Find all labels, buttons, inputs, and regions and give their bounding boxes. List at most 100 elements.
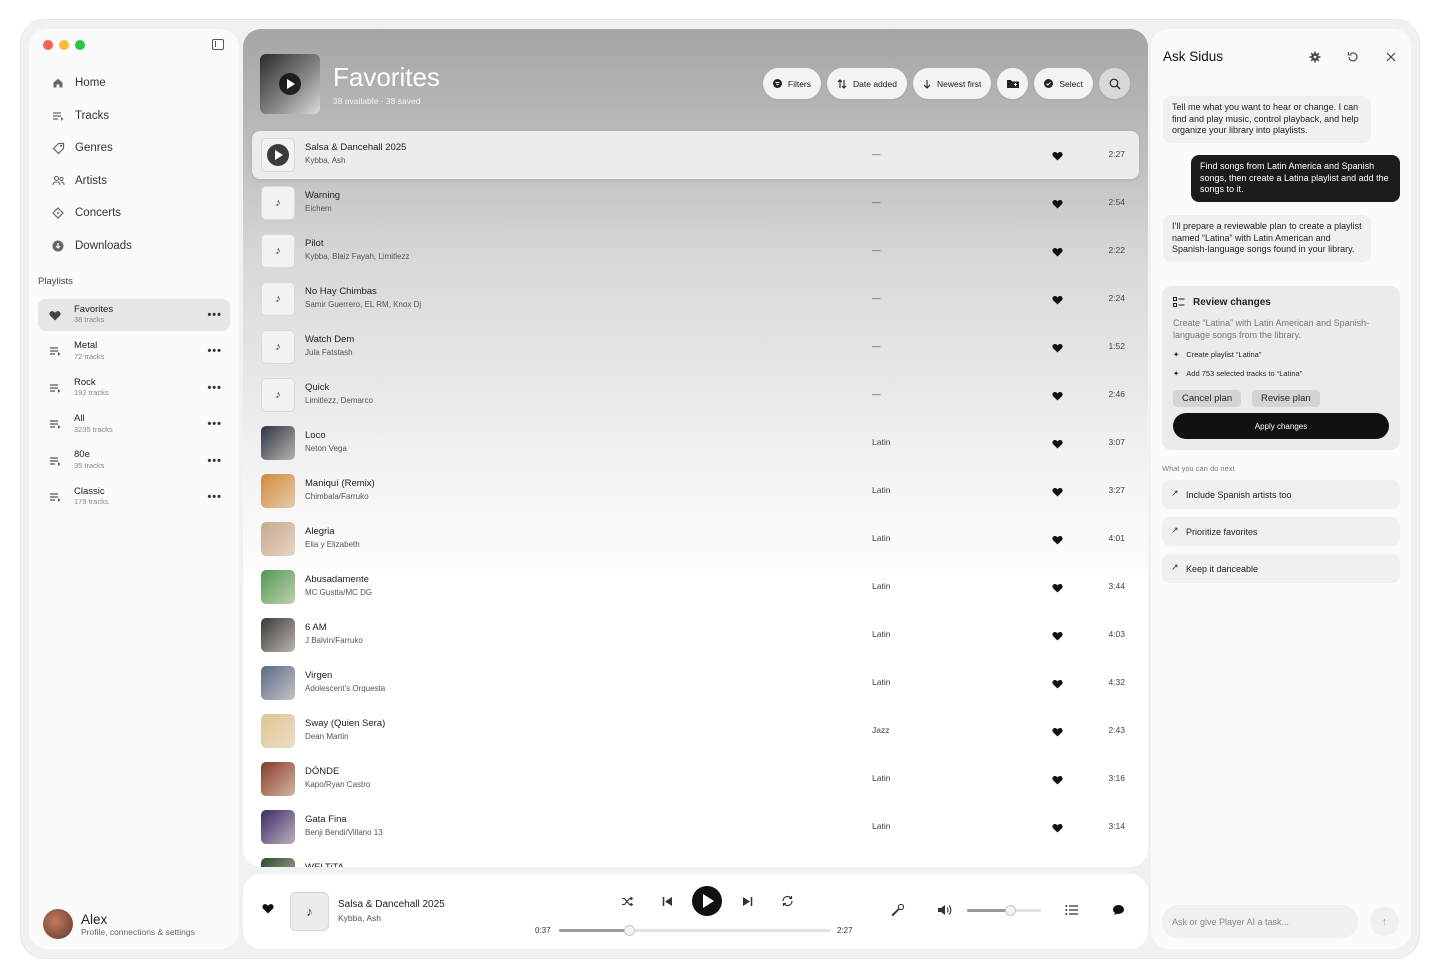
previous-button[interactable] [647, 886, 687, 916]
select-button[interactable]: Select [1034, 68, 1093, 99]
track-artwork[interactable]: ♪ [261, 186, 295, 220]
more-icon[interactable]: ••• [207, 418, 222, 430]
volume-slider[interactable] [967, 905, 1041, 916]
reset-icon[interactable] [1345, 49, 1361, 65]
track-artwork[interactable] [261, 810, 295, 844]
shuffle-button[interactable] [607, 886, 647, 916]
cancel-plan-button[interactable]: Cancel plan [1173, 390, 1242, 407]
track-row[interactable]: Salsa & Dancehall 2025 Kybba, Ash — 2:27 [252, 131, 1139, 179]
more-icon[interactable]: ••• [207, 455, 222, 467]
close-window-button[interactable] [43, 40, 53, 50]
track-row[interactable]: DÓNDE Kapo/Ryan Castro Latin 3:16 [252, 755, 1139, 803]
heart-icon[interactable] [1052, 244, 1064, 257]
heart-icon[interactable] [1052, 676, 1064, 689]
suggestion-chip[interactable]: ↗ Prioritize favorites [1162, 517, 1400, 546]
revise-plan-button[interactable]: Revise plan [1252, 390, 1320, 407]
heart-icon[interactable] [1052, 196, 1064, 209]
nav-item-downloads[interactable]: Downloads [41, 230, 227, 263]
queue-list-icon[interactable] [1065, 904, 1079, 916]
track-row[interactable]: Abusadamente MC Gustta/MC DG Latin 3:44 [252, 563, 1139, 611]
volume-knob[interactable] [1005, 905, 1017, 916]
heart-icon[interactable] [1052, 724, 1064, 737]
playlist-item-classic[interactable]: Classic 179 tracks ••• [38, 481, 230, 513]
heart-icon[interactable] [1052, 820, 1064, 833]
chat-bubble-icon[interactable] [1112, 904, 1125, 916]
apply-changes-button[interactable]: Apply changes [1173, 413, 1389, 439]
playlist-item-all[interactable]: All 3235 tracks ••• [38, 408, 230, 440]
track-artwork[interactable] [261, 618, 295, 652]
track-play-button[interactable] [261, 138, 295, 172]
heart-icon[interactable] [1052, 580, 1064, 593]
track-artwork[interactable]: ♪ [261, 378, 295, 412]
track-artwork[interactable] [261, 714, 295, 748]
track-row[interactable]: ♪ Pilot Kybba, Blaiz Fayah, Limitlezz — 2:22 [252, 227, 1139, 275]
track-row[interactable]: ♪ Quick Limitlezz, Demarco — 2:46 [252, 371, 1139, 419]
suggestion-chip[interactable]: ↗ Keep it danceable [1162, 554, 1400, 583]
track-artwork[interactable]: ♪ [261, 234, 295, 268]
heart-icon[interactable] [1052, 532, 1064, 545]
progress-knob[interactable] [623, 925, 635, 936]
profile-button[interactable]: Alex Profile, connections & settings [43, 909, 195, 939]
search-button[interactable] [1099, 68, 1130, 99]
track-artwork[interactable] [261, 474, 295, 508]
track-row[interactable]: Loco Neton Vega Latin 3:07 [252, 419, 1139, 467]
heart-icon[interactable] [1052, 628, 1064, 641]
track-artwork[interactable]: ♪ [261, 282, 295, 316]
filters-button[interactable]: Filters [762, 68, 822, 99]
more-icon[interactable]: ••• [207, 382, 222, 394]
suggestion-chip[interactable]: ↗ Include Spanish artists too [1162, 480, 1400, 509]
repeat-button[interactable] [767, 886, 807, 916]
progress-slider[interactable] [559, 925, 831, 936]
track-row[interactable]: WELTiTA [252, 851, 1139, 867]
playlist-cover[interactable] [260, 54, 320, 114]
heart-icon[interactable] [1052, 772, 1064, 785]
volume-icon[interactable] [937, 904, 952, 916]
playlist-item-metal[interactable]: Metal 72 tracks ••• [38, 335, 230, 367]
play-icon[interactable] [279, 73, 301, 95]
nav-item-concerts[interactable]: Concerts [41, 197, 227, 230]
nav-item-genres[interactable]: Genres [41, 132, 227, 165]
heart-icon[interactable] [1052, 148, 1064, 161]
nav-item-home[interactable]: Home [41, 67, 227, 100]
sidebar-toggle-icon[interactable] [212, 39, 224, 50]
close-icon[interactable] [1383, 49, 1399, 65]
play-button[interactable] [687, 886, 727, 916]
track-row[interactable]: ♪ Warning Eichem — 2:54 [252, 179, 1139, 227]
track-artwork[interactable] [261, 570, 295, 604]
track-row[interactable]: ♪ No Hay Chimbas Samir Guerrero, EL RM, Kn… [252, 275, 1139, 323]
heart-icon[interactable] [1052, 340, 1064, 353]
track-artwork[interactable] [261, 762, 295, 796]
add-to-folder-button[interactable] [997, 68, 1029, 99]
more-icon[interactable]: ••• [207, 345, 222, 357]
order-button[interactable]: Newest first [912, 68, 992, 99]
heart-icon[interactable] [1052, 388, 1064, 401]
microphone-icon[interactable] [891, 903, 905, 917]
sort-button[interactable]: Date added [827, 68, 907, 99]
zoom-window-button[interactable] [75, 40, 85, 50]
playlist-item-rock[interactable]: Rock 192 tracks ••• [38, 372, 230, 404]
track-row[interactable]: 6 AM J Balvin/Farruko Latin 4:03 [252, 611, 1139, 659]
more-icon[interactable]: ••• [207, 491, 222, 503]
heart-icon[interactable] [1052, 436, 1064, 449]
more-icon[interactable]: ••• [207, 309, 222, 321]
nav-item-artists[interactable]: Artists [41, 165, 227, 198]
track-artwork[interactable] [261, 426, 295, 460]
track-artwork[interactable] [261, 666, 295, 700]
minimize-window-button[interactable] [59, 40, 69, 50]
track-artwork[interactable] [261, 522, 295, 556]
send-button[interactable]: ↑ [1370, 907, 1399, 936]
assistant-input[interactable] [1162, 905, 1358, 938]
playlist-item-favorites[interactable]: Favorites 38 tracks ••• [38, 299, 230, 331]
track-row[interactable]: ♪ Watch Dem Jula Fatstash — 1:52 [252, 323, 1139, 371]
track-row[interactable]: Virgen Adolescent's Orquesta Latin 4:32 [252, 659, 1139, 707]
next-button[interactable] [727, 886, 767, 916]
nav-item-tracks[interactable]: Tracks [41, 100, 227, 133]
track-row[interactable]: Sway (Quien Sera) Dean Martin Jazz 2:43 [252, 707, 1139, 755]
settings-gear-icon[interactable] [1307, 49, 1323, 65]
heart-icon[interactable] [1052, 484, 1064, 497]
track-row[interactable]: Gata Fina Benji Bendi/Villano 13 Latin 3:14 [252, 803, 1139, 851]
track-row[interactable]: Maniquí (Remix) Chimbala/Farruko Latin 3:27 [252, 467, 1139, 515]
track-artwork[interactable]: ♪ [261, 330, 295, 364]
playlist-item-80e[interactable]: 80e 35 tracks ••• [38, 445, 230, 477]
track-artwork[interactable] [261, 858, 295, 867]
